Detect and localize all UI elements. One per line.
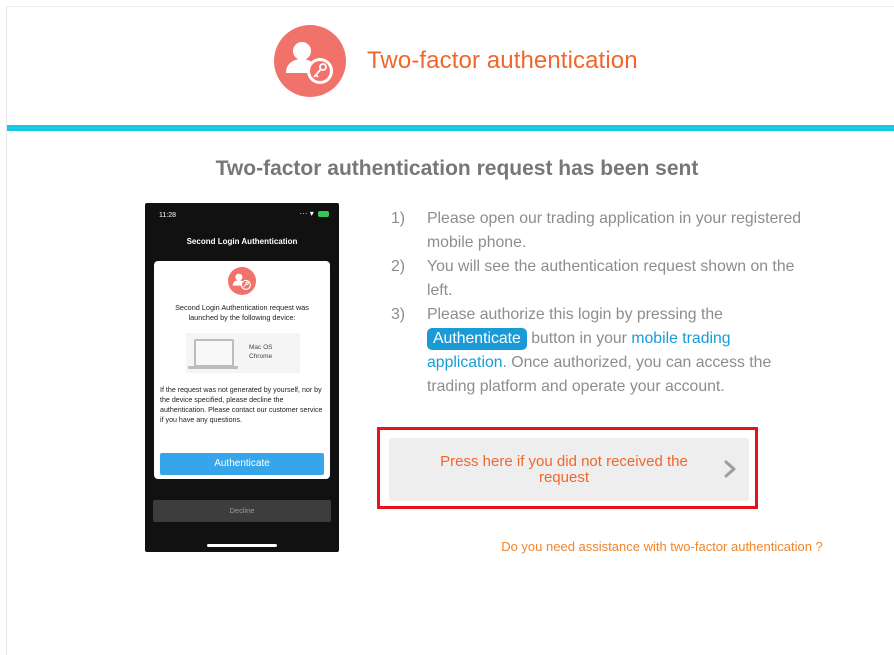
status-icons: ··· ▾ [300, 209, 329, 218]
laptop-icon [194, 339, 234, 367]
step-number: 3) [391, 306, 406, 323]
signal-icon: ··· [299, 209, 308, 218]
device-os: Mac OS [249, 344, 273, 351]
not-received-label: Press here if you did not received the r… [440, 453, 688, 486]
chevron-right-icon [724, 460, 736, 478]
instruction-step: 1) Please open our trading application i… [391, 207, 811, 255]
header-accent-bar [7, 125, 894, 131]
status-time: 11:28 [159, 212, 176, 219]
device-browser: Chrome [249, 353, 273, 360]
assistance-link[interactable]: Do you need assistance with two-factor a… [7, 539, 894, 554]
step-text: You will see the authentication request … [427, 258, 795, 299]
instruction-steps: 1) Please open our trading application i… [391, 207, 811, 399]
laptop-base [188, 366, 238, 369]
battery-icon [318, 210, 329, 217]
phone-dialog-title: Second Login Authentication [186, 237, 298, 246]
not-received-button[interactable]: Press here if you did not received the r… [389, 438, 749, 501]
step-number: 1) [391, 210, 406, 227]
phone-dialog-card: Second Login Authentication request was … [154, 261, 330, 479]
phone-screenshot: 11:28 ··· ▾ Second Login Authentication … [145, 203, 339, 552]
user-key-icon [228, 267, 256, 295]
instruction-step: 2) You will see the authentication reque… [391, 255, 811, 303]
step-text: button in your [531, 330, 627, 347]
phone-dialog-note: If the request was not generated by your… [160, 386, 323, 424]
authenticate-chip: Authenticate [427, 328, 527, 350]
phone-decline-button: Decline [153, 500, 331, 522]
page-title: Two-factor authentication [367, 47, 638, 74]
user-key-icon [274, 25, 346, 97]
instruction-step: 3) Please authorize this login by pressi… [391, 303, 811, 399]
step-text: Please open our trading application in y… [427, 210, 802, 251]
page-frame: Two-factor authentication Two-factor aut… [6, 6, 894, 655]
step-number: 2) [391, 258, 406, 275]
page-header: Two-factor authentication [7, 7, 894, 125]
step-text: Please authorize this login by pressing … [427, 306, 723, 323]
phone-authenticate-button: Authenticate [160, 453, 324, 475]
request-sent-heading: Two-factor authentication request has be… [215, 157, 699, 180]
device-info: Mac OS Chrome [186, 333, 300, 373]
wifi-icon: ▾ [309, 209, 314, 218]
phone-dialog-message: Second Login Authentication request was … [175, 303, 309, 322]
